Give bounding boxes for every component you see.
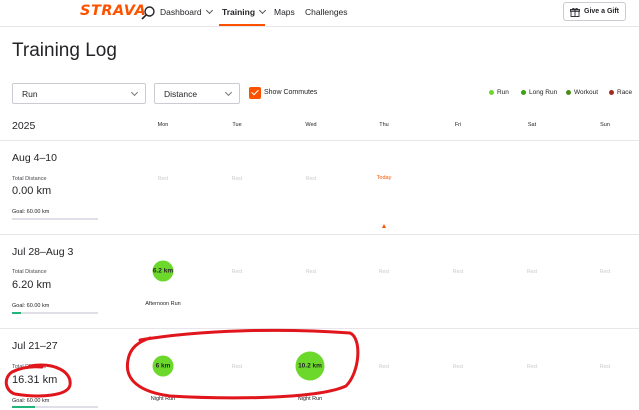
day-header-fri: Fri <box>454 122 462 128</box>
total-distance-value: 0.00 km <box>12 185 52 197</box>
activity-type-select[interactable]: Run <box>12 83 146 104</box>
activity-name[interactable]: Night Run <box>298 396 322 402</box>
week-label: Jul 21–27 <box>12 340 58 352</box>
activity-bubble[interactable]: 6.2 km <box>152 260 174 282</box>
strava-logo[interactable]: STRAVA <box>80 3 146 19</box>
total-distance-label: Total Distance <box>12 364 47 370</box>
day-header-thu: Thu <box>379 122 389 128</box>
rest-day-label: Rest <box>526 269 538 275</box>
rest-day-label: Rest <box>526 364 538 370</box>
rest-day-label: Rest <box>231 364 243 370</box>
active-tab-indicator <box>219 24 265 26</box>
goal-progress-bar <box>12 406 98 408</box>
chevron-down-icon <box>224 88 233 97</box>
show-commutes-label: Show Commutes <box>264 89 318 96</box>
gift-icon <box>570 7 580 17</box>
show-commutes-checkbox[interactable] <box>249 87 261 99</box>
rest-day-label: Rest <box>378 364 390 370</box>
day-header-wed: Wed <box>305 122 317 128</box>
rest-day-label: Rest <box>157 176 169 182</box>
week-divider <box>0 234 639 235</box>
week-label: Jul 28–Aug 3 <box>12 246 74 258</box>
page-title: Training Log <box>12 40 117 61</box>
week-divider <box>0 140 639 141</box>
metric-select[interactable]: Distance <box>154 83 240 104</box>
day-header-mon: Mon <box>157 122 169 128</box>
legend-workout: Workout <box>566 89 598 96</box>
activity-type-value: Run <box>22 89 38 99</box>
nav-dashboard[interactable]: Dashboard <box>160 6 213 17</box>
goal-progress-bar <box>12 218 98 220</box>
chevron-down-icon <box>130 88 139 97</box>
top-nav: STRAVA Dashboard Training Maps Challenge… <box>0 0 639 27</box>
chevron-down-icon <box>205 6 213 15</box>
rest-day-label: Rest <box>231 176 243 182</box>
goal-label: Goal: 60.00 km <box>12 303 50 309</box>
total-distance-label: Total Distance <box>12 269 47 275</box>
long-run-dot-icon <box>521 90 526 95</box>
race-dot-icon <box>609 90 614 95</box>
legend-run: Run <box>489 89 509 96</box>
rest-day-label: Rest <box>452 364 464 370</box>
day-header-sat: Sat <box>527 122 537 128</box>
rest-day-label: Rest <box>599 269 611 275</box>
goal-progress-bar <box>12 312 98 314</box>
rest-day-label: Rest <box>599 364 611 370</box>
day-header-tue: Tue <box>232 122 242 128</box>
search-icon[interactable] <box>140 5 156 21</box>
rest-day-label: Rest <box>305 176 317 182</box>
rest-day-label: Rest <box>378 269 390 275</box>
activity-name[interactable]: Afternoon Run <box>145 301 180 307</box>
rest-day-label: Rest <box>452 269 464 275</box>
week-divider <box>0 328 639 329</box>
week-label: Aug 4–10 <box>12 152 57 164</box>
workout-dot-icon <box>566 90 571 95</box>
goal-label: Goal: 60.00 km <box>12 209 50 215</box>
day-header-sun: Sun <box>600 122 610 128</box>
activity-name[interactable]: Night Run <box>151 396 175 402</box>
run-dot-icon <box>489 90 494 95</box>
legend-race: Race <box>609 89 632 96</box>
activity-bubble[interactable]: 10.2 km <box>295 351 325 381</box>
year-label: 2025 <box>12 120 36 132</box>
chevron-down-icon <box>259 6 267 15</box>
nav-maps[interactable]: Maps <box>274 7 295 17</box>
goal-progress-fill <box>12 406 36 408</box>
metric-value: Distance <box>164 89 198 99</box>
give-a-gift-button[interactable]: Give a Gift <box>563 2 626 21</box>
nav-training[interactable]: Training <box>222 6 267 17</box>
total-distance-value: 6.20 km <box>12 279 52 291</box>
total-distance-value: 16.31 km <box>12 374 58 386</box>
give-a-gift-label: Give a Gift <box>584 8 620 15</box>
today-label: Today <box>376 175 392 181</box>
nav-challenges[interactable]: Challenges <box>305 7 348 17</box>
rest-day-label: Rest <box>305 269 317 275</box>
total-distance-label: Total Distance <box>12 176 47 182</box>
goal-progress-fill <box>12 312 21 314</box>
activity-bubble[interactable]: 6 km <box>152 355 174 377</box>
rest-day-label: Rest <box>231 269 243 275</box>
today-caret-icon <box>381 224 386 228</box>
legend-long-run: Long Run <box>521 89 557 96</box>
goal-label: Goal: 60.00 km <box>12 398 50 404</box>
